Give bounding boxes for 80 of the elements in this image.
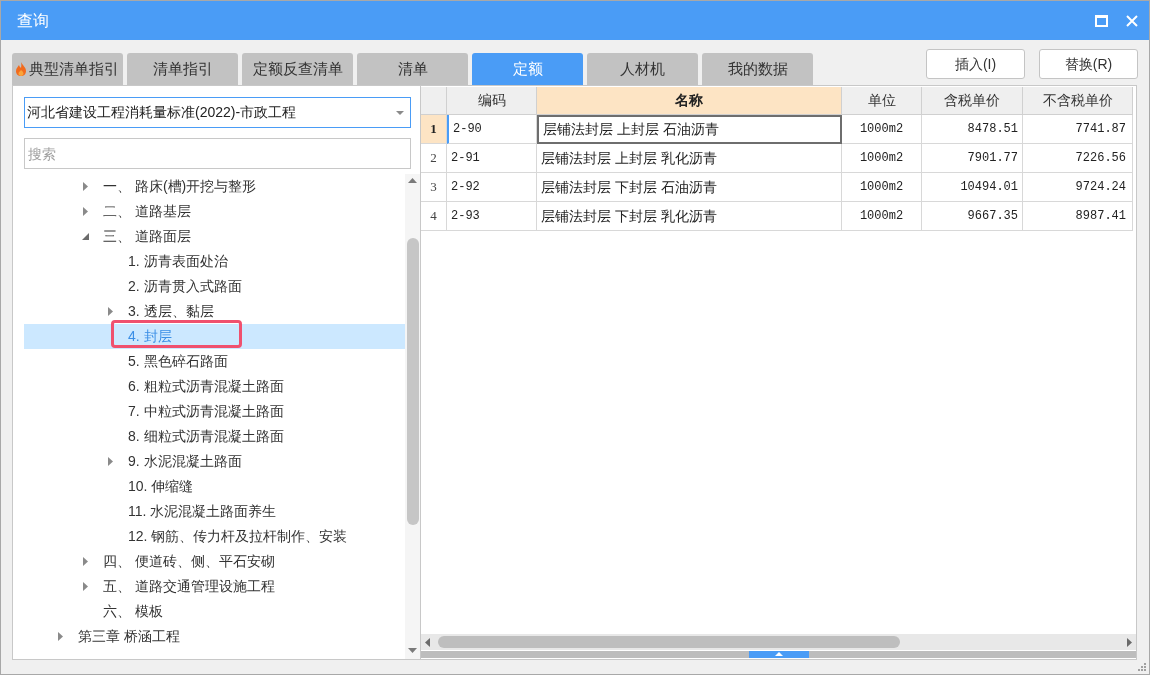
tree-item[interactable]: 12. 钢筋、传力杆及拉杆制作、安装: [24, 524, 405, 549]
table-cell: 2-90: [447, 115, 537, 144]
tab[interactable]: 典型清单指引: [12, 53, 123, 85]
table-cell: 8987.41: [1023, 202, 1133, 231]
tree-item[interactable]: 2. 沥青贯入式路面: [24, 274, 405, 299]
tree-item[interactable]: 六、 模板: [24, 599, 405, 624]
expand-arrow-icon[interactable]: [82, 182, 88, 191]
action-button[interactable]: 替换(R): [1039, 49, 1138, 79]
column-header[interactable]: 不含税单价: [1023, 87, 1133, 115]
table-cell: 9724.24: [1023, 173, 1133, 202]
table-cell: 9667.35: [922, 202, 1023, 231]
table-cell: 层铺法封层 上封层 石油沥青: [537, 115, 842, 144]
tree-item[interactable]: 五、 道路交通管理设施工程: [24, 574, 405, 599]
tree-item[interactable]: 11. 水泥混凝土路面养生: [24, 499, 405, 524]
resize-grip-icon[interactable]: [1137, 662, 1146, 671]
tab[interactable]: 清单: [357, 53, 468, 85]
close-icon[interactable]: [1126, 14, 1138, 27]
action-button[interactable]: 插入(I): [926, 49, 1025, 79]
column-header[interactable]: 名称: [537, 87, 842, 115]
tree-item[interactable]: 9. 水泥混凝土路面: [24, 449, 405, 474]
horizontal-scrollbar[interactable]: [421, 634, 1136, 650]
scroll-right-icon[interactable]: [1127, 637, 1132, 647]
table-cell: 层铺法封层 下封层 石油沥青: [537, 173, 842, 202]
table-cell: 7901.77: [922, 144, 1023, 173]
expand-arrow-icon[interactable]: [107, 307, 113, 316]
row-number[interactable]: 4: [421, 202, 447, 231]
table-cell: 1000m2: [842, 115, 922, 144]
table-cell: 7226.56: [1023, 144, 1133, 173]
collapse-arrow-icon[interactable]: [81, 233, 89, 240]
table-cell: 2-92: [447, 173, 537, 202]
row-number[interactable]: 1: [421, 115, 447, 144]
column-header[interactable]: 单位: [842, 87, 922, 115]
scroll-down-icon[interactable]: [408, 648, 417, 653]
table-cell: 1000m2: [842, 144, 922, 173]
tab[interactable]: 定额反查清单: [242, 53, 353, 85]
maximize-icon[interactable]: [1095, 14, 1108, 27]
tree-item[interactable]: 7. 中粒式沥青混凝土路面: [24, 399, 405, 424]
table-cell: 7741.87: [1023, 115, 1133, 144]
scroll-up-icon[interactable]: [408, 178, 417, 183]
table-cell: 10494.01: [922, 173, 1023, 202]
tree-item[interactable]: 1. 沥青表面处治: [24, 249, 405, 274]
expand-arrow-icon[interactable]: [57, 632, 63, 641]
tab[interactable]: 人材机: [587, 53, 698, 85]
tree-item[interactable]: 二、 道路基层: [24, 199, 405, 224]
table-cell: 层铺法封层 上封层 乳化沥青: [537, 144, 842, 173]
scroll-left-icon[interactable]: [425, 637, 430, 647]
table-cell: 1000m2: [842, 173, 922, 202]
search-field[interactable]: 搜索: [24, 138, 411, 169]
tree-item[interactable]: 6. 粗粒式沥青混凝土路面: [24, 374, 405, 399]
column-header[interactable]: 含税单价: [922, 87, 1023, 115]
tab[interactable]: 我的数据: [702, 53, 813, 85]
expand-arrow-icon[interactable]: [82, 582, 88, 591]
row-number[interactable]: 2: [421, 144, 447, 173]
expand-arrow-icon[interactable]: [107, 457, 113, 466]
scrollbar-thumb[interactable]: [438, 636, 900, 648]
vertical-scrollbar[interactable]: [405, 174, 420, 659]
column-header[interactable]: 编码: [447, 87, 537, 115]
window-title: 查询: [17, 10, 49, 31]
expand-arrow-icon[interactable]: [82, 557, 88, 566]
tree-item[interactable]: 3. 透层、黏层: [24, 299, 405, 324]
table-cell: 2-91: [447, 144, 537, 173]
tree-item[interactable]: 一、 路床(槽)开挖与整形: [24, 174, 405, 199]
expand-arrow-icon[interactable]: [82, 207, 88, 216]
table-cell: 8478.51: [922, 115, 1023, 144]
tab[interactable]: 清单指引: [127, 53, 238, 85]
scrollbar-thumb[interactable]: [406, 238, 419, 525]
tree-item[interactable]: 第三章 桥涵工程: [24, 624, 405, 649]
table-cell: 2-93: [447, 202, 537, 231]
caret-icon: [396, 110, 404, 115]
table-cell: 层铺法封层 下封层 乳化沥青: [537, 202, 842, 231]
tree-item[interactable]: 10. 伸缩缝: [24, 474, 405, 499]
splitter-handle-icon[interactable]: [748, 651, 809, 658]
flame-icon: [16, 62, 26, 76]
table-cell: 1000m2: [842, 202, 922, 231]
row-number[interactable]: 3: [421, 173, 447, 202]
tree-item[interactable]: 三、 道路面层: [24, 224, 405, 249]
library-select[interactable]: 河北省建设工程消耗量标准(2022)-市政工程: [24, 97, 411, 128]
tree-item[interactable]: 5. 黑色碎石路面: [24, 349, 405, 374]
tree-item[interactable]: 8. 细粒式沥青混凝土路面: [24, 424, 405, 449]
tree-item[interactable]: 四、 便道砖、侧、平石安砌: [24, 549, 405, 574]
